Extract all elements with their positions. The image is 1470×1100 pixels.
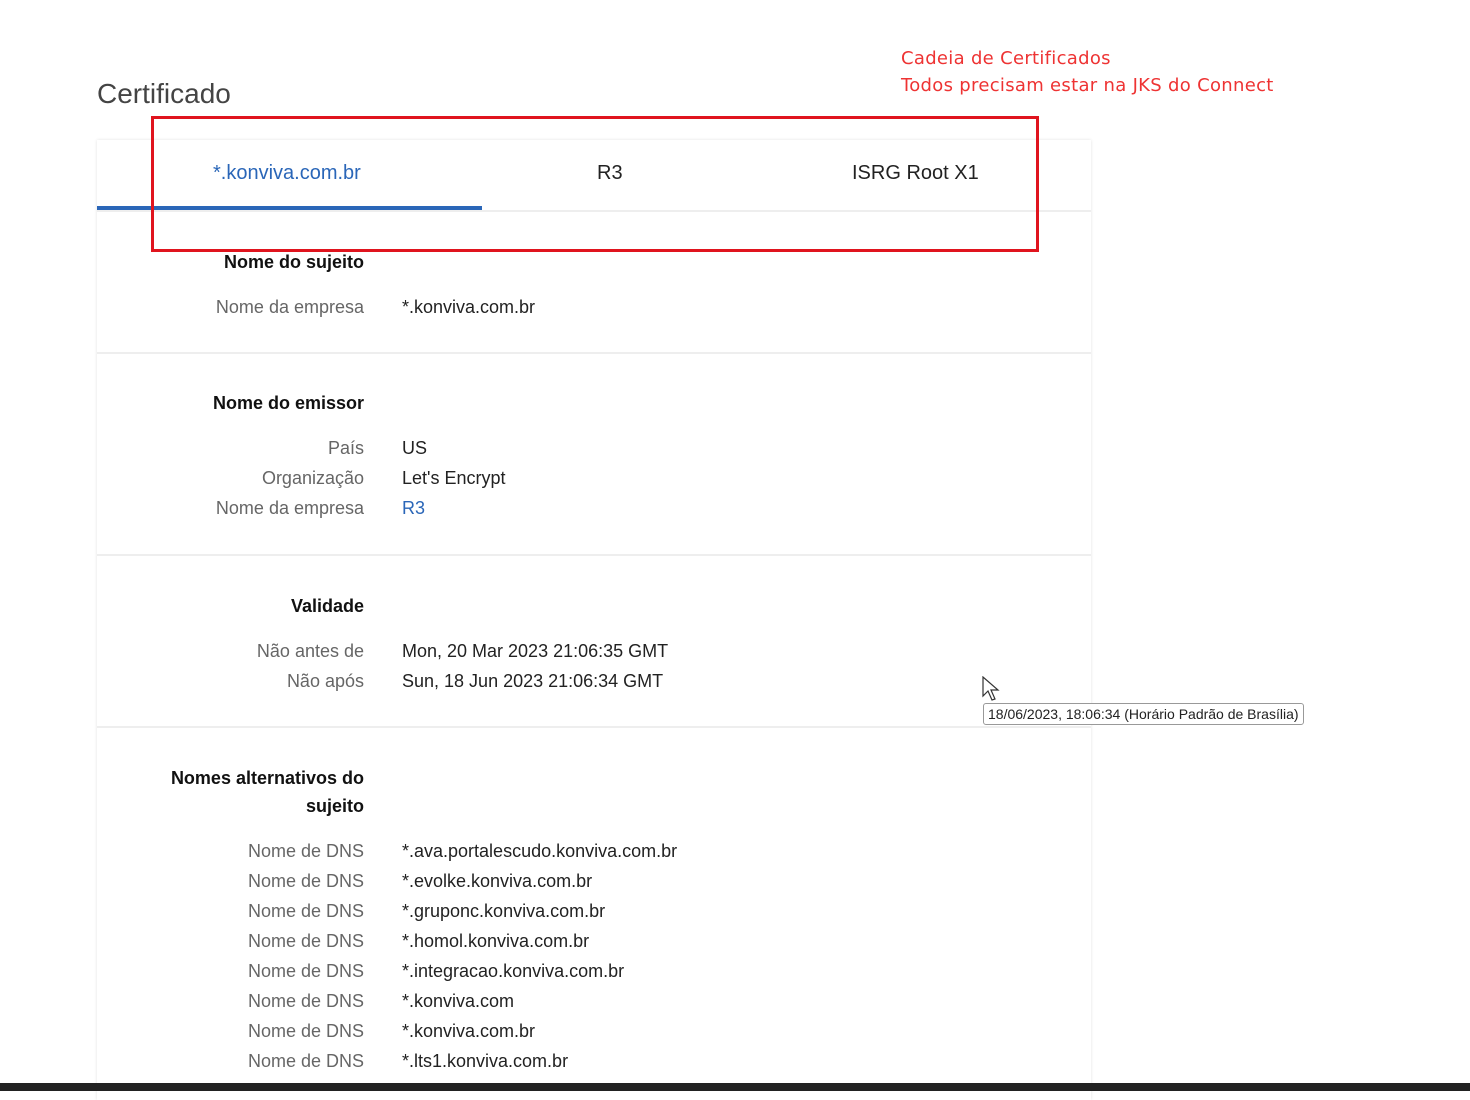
row-label: Não antes de [256,641,364,661]
row-value: *.ava.portalescudo.konviva.com.br [402,841,678,861]
dns-row: Nome de DNS *.integracao.konviva.com.br [97,956,624,986]
info-row: Nome da empresa R3 [97,493,425,523]
annotation-note: Cadeia de Certificados Todos precisam es… [901,45,1274,99]
subject-heading: Nome do sujeito [223,252,364,272]
row-label: Nome de DNS [247,841,364,861]
row-value: US [402,438,428,458]
dns-row: Nome de DNS *.evolke.konviva.com.br [97,866,592,896]
row-label: Nome de DNS [247,931,364,951]
issuer-link[interactable]: R3 [402,493,425,523]
row-value: Sun, 18 Jun 2023 21:06:34 GMT [402,671,664,691]
dns-row: Nome de DNS *.homol.konviva.com.br [97,926,589,956]
dns-row: Nome de DNS *.konviva.com [97,986,514,1016]
info-row: País US [97,433,427,463]
row-label: País [327,438,364,458]
row-label: Nome de DNS [247,961,364,981]
divider [97,726,1091,728]
dns-row: Nome de DNS *.ava.portalescudo.konviva.co… [97,836,677,866]
row-label: Nome de DNS [247,1051,364,1071]
mouse-cursor-icon [982,676,1000,701]
san-heading-line: sujeito [305,796,364,816]
row-label: Nome da empresa [215,297,364,317]
info-row: Não antes de Mon, 20 Mar 2023 21:06:35 GM… [97,636,668,666]
row-value: *.konviva.com.br [402,297,536,317]
annotation-highlight-box [151,116,1039,252]
row-value: *.integracao.konviva.com.br [402,961,625,981]
validity-heading: Validade [290,596,364,616]
dns-row: Nome de DNS *.lts1.konviva.com.br [97,1046,568,1076]
row-value: *.gruponc.konviva.com.br [402,901,606,921]
info-row: Não após Sun, 18 Jun 2023 21:06:34 GMT [97,666,663,696]
row-label: Nome de DNS [247,871,364,891]
row-value: *.konviva.com [402,991,515,1011]
san-heading-line: Nomes alternativos do [170,768,364,788]
san-heading: Nomes alternativos do sujeito [97,764,364,820]
row-label: Nome de DNS [247,991,364,1011]
annotation-line-1: Cadeia de Certificados [901,48,1111,69]
row-label: Nome da empresa [215,498,364,518]
annotation-line-2: Todos precisam estar na JKS do Connect [901,75,1274,96]
row-value: Mon, 20 Mar 2023 21:06:35 GMT [402,641,669,661]
dns-row: Nome de DNS *.konviva.com.br [97,1016,535,1046]
row-value: *.homol.konviva.com.br [402,931,590,951]
row-value: *.konviva.com.br [402,1021,536,1041]
date-tooltip: 18/06/2023, 18:06:34 (Horário Padrão de … [983,703,1304,725]
row-label: Organização [261,468,364,488]
row-label: Nome de DNS [247,901,364,921]
page-title: Certificado [97,78,231,109]
row-value: *.evolke.konviva.com.br [402,871,593,891]
row-value: *.lts1.konviva.com.br [402,1051,569,1071]
row-label: Nome de DNS [247,1021,364,1041]
info-row: Nome da empresa *.konviva.com.br [97,292,535,322]
row-label: Não após [286,671,364,691]
divider [97,352,1091,354]
divider [97,554,1091,556]
issuer-heading: Nome do emissor [212,393,364,413]
info-row: Organização Let's Encrypt [97,463,506,493]
dns-row: Nome de DNS *.gruponc.konviva.com.br [97,896,605,926]
row-value: Let's Encrypt [402,468,506,488]
taskbar-edge [0,1083,1470,1091]
